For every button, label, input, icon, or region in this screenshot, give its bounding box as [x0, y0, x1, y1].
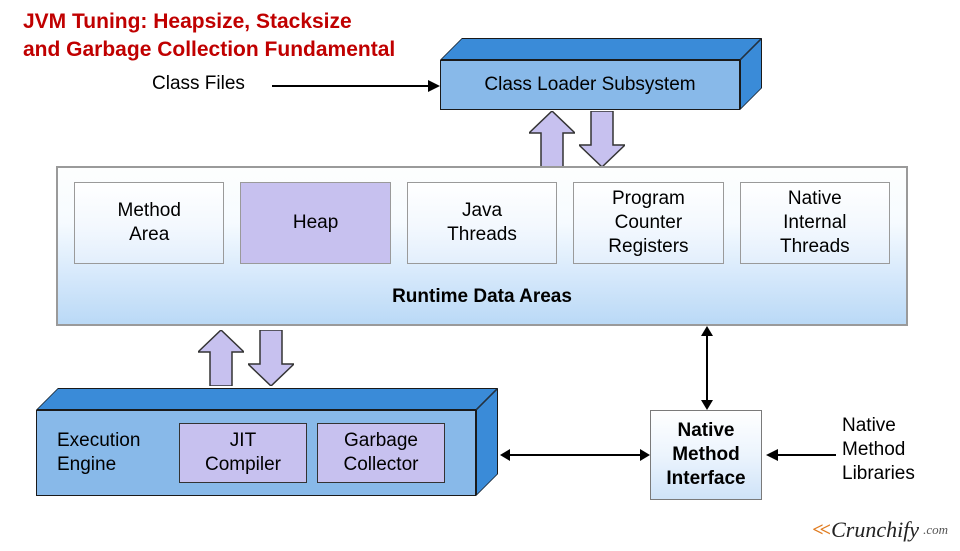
- rda-java-threads: Java Threads: [407, 182, 557, 264]
- arrow-nml-nmi: [766, 448, 836, 462]
- jit-compiler-box: JIT Compiler: [179, 423, 307, 483]
- logo-chevron-icon: <<: [812, 519, 827, 542]
- execution-engine-block: Execution Engine JIT Compiler Garbage Co…: [36, 388, 476, 496]
- rda-heap-label: Heap: [293, 211, 338, 235]
- native-method-interface: Native Method Interface: [650, 410, 762, 500]
- arrow-up-icon: [529, 111, 575, 167]
- logo-tld: .com: [923, 522, 948, 538]
- runtime-data-areas: Method Area Heap Java Threads Program Co…: [56, 166, 908, 326]
- class-loader-block: Class Loader Subsystem: [440, 38, 740, 110]
- nmi-label: Native Method Interface: [666, 419, 745, 490]
- arrow-exec-nmi: [500, 448, 650, 462]
- arrow-down-icon: [579, 111, 625, 167]
- rda-java-threads-label: Java Threads: [447, 199, 517, 247]
- arrow-down-icon: [248, 330, 294, 386]
- arrows-rda-exec: [198, 330, 294, 386]
- execution-engine-label: Execution Engine: [51, 429, 169, 477]
- garbage-collector-label: Garbage Collector: [344, 429, 419, 477]
- arrow-up-icon: [198, 330, 244, 386]
- rda-title: Runtime Data Areas: [74, 264, 890, 326]
- native-method-libraries-label: Native Method Libraries: [842, 414, 915, 485]
- logo-brand: Crunchify: [831, 517, 919, 543]
- jit-compiler-label: JIT Compiler: [205, 429, 281, 477]
- arrow-classfiles-to-loader: [272, 80, 440, 92]
- arrows-loader-rda: [529, 111, 625, 167]
- page-title: JVM Tuning: Heapsize, Stacksize and Garb…: [23, 8, 395, 65]
- rda-pc-registers: Program Counter Registers: [573, 182, 723, 264]
- class-loader-label: Class Loader Subsystem: [484, 73, 695, 97]
- arrow-rda-nmi: [700, 326, 714, 410]
- rda-pc-registers-label: Program Counter Registers: [608, 187, 688, 258]
- garbage-collector-box: Garbage Collector: [317, 423, 445, 483]
- brand-logo: << Crunchify.com: [812, 517, 948, 543]
- rda-native-threads: Native Internal Threads: [740, 182, 890, 264]
- rda-heap: Heap: [240, 182, 390, 264]
- rda-method-area-label: Method Area: [118, 199, 181, 247]
- rda-native-threads-label: Native Internal Threads: [780, 187, 850, 258]
- class-files-label: Class Files: [152, 72, 245, 96]
- rda-method-area: Method Area: [74, 182, 224, 264]
